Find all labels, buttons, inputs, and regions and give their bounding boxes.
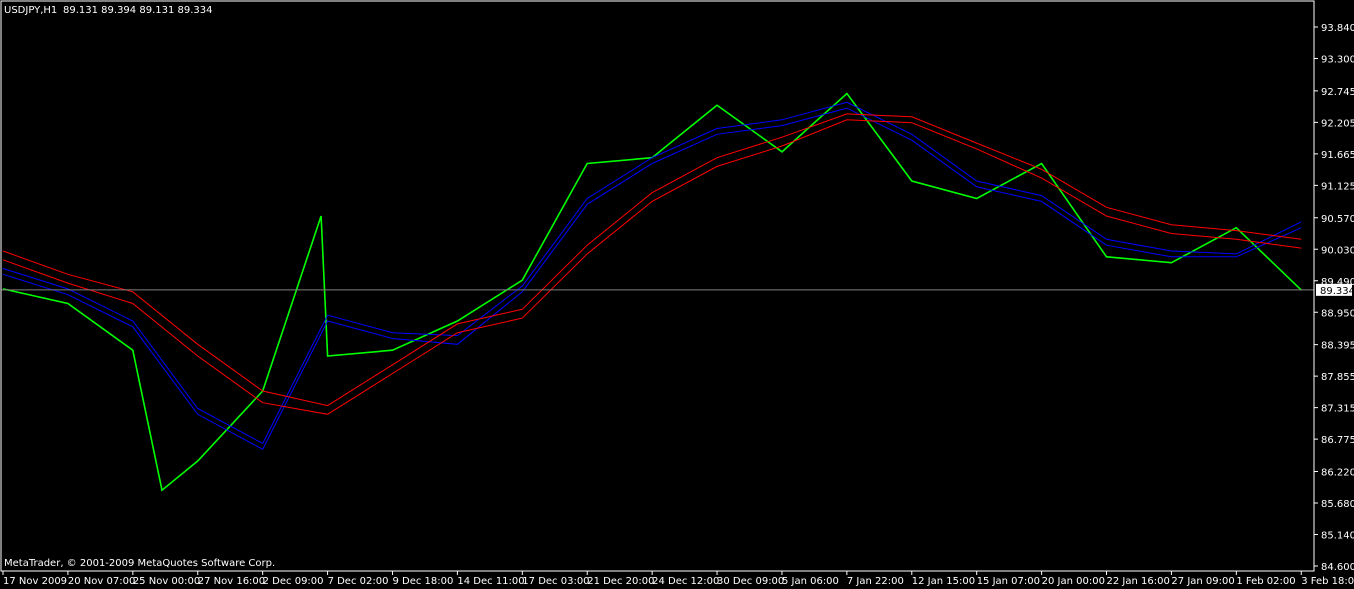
- y-tick-label: 85.680: [1321, 499, 1354, 510]
- x-tick-label: 2 Dec 09:00: [263, 576, 324, 587]
- y-tick-label: 85.140: [1321, 531, 1354, 542]
- y-tick-label: 88.950: [1321, 308, 1354, 319]
- y-tick-label: 92.205: [1321, 118, 1354, 129]
- x-tick-label: 25 Nov 00:00: [133, 576, 200, 587]
- y-tick-label: 90.570: [1321, 214, 1354, 225]
- x-tick-label: 21 Dec 20:00: [587, 576, 654, 587]
- x-tick-label: 12 Jan 15:00: [912, 576, 975, 587]
- y-tick-label: 86.220: [1321, 468, 1354, 479]
- x-tick-label: 17 Dec 03:00: [522, 576, 589, 587]
- x-tick-label: 7 Jan 22:00: [847, 576, 904, 587]
- x-tick-label: 20 Jan 00:00: [1042, 576, 1105, 587]
- y-tick-label: 93.840: [1321, 23, 1354, 34]
- y-tick-label: 89.490: [1321, 277, 1354, 288]
- y-tick-label: 91.665: [1321, 150, 1354, 161]
- x-tick-label: 27 Nov 16:00: [198, 576, 265, 587]
- x-tick-label: 20 Nov 07:00: [68, 576, 135, 587]
- x-tick-label: 3 Feb 18:00: [1301, 576, 1354, 587]
- copyright-label: MetaTrader, © 2001-2009 MetaQuotes Softw…: [4, 558, 275, 569]
- x-tick-label: 17 Nov 2009: [3, 576, 67, 587]
- x-tick-label: 15 Jan 07:00: [977, 576, 1040, 587]
- y-tick-label: 86.775: [1321, 435, 1354, 446]
- x-tick-label: 24 Dec 12:00: [652, 576, 719, 587]
- x-tick-label: 22 Jan 16:00: [1107, 576, 1170, 587]
- x-tick-label: 30 Dec 09:00: [717, 576, 784, 587]
- chart-background: [0, 0, 1354, 589]
- y-tick-label: 91.125: [1321, 181, 1354, 192]
- y-tick-label: 90.030: [1321, 245, 1354, 256]
- y-tick-label: 87.855: [1321, 372, 1354, 383]
- x-tick-label: 5 Jan 06:00: [782, 576, 839, 587]
- symbol-label: USDJPY,H1: [4, 5, 57, 16]
- x-tick-label: 14 Dec 11:00: [457, 576, 524, 587]
- y-tick-label: 87.315: [1321, 404, 1354, 415]
- x-tick-label: 1 Feb 02:00: [1236, 576, 1295, 587]
- x-tick-label: 7 Dec 02:00: [328, 576, 389, 587]
- price-chart[interactable]: 89.334 93.84093.30092.74592.20591.66591.…: [0, 0, 1354, 589]
- y-tick-label: 88.395: [1321, 341, 1354, 352]
- y-tick-label: 84.600: [1321, 562, 1354, 573]
- ohlc-label: 89.131 89.394 89.131 89.334: [63, 5, 213, 16]
- x-tick-label: 27 Jan 09:00: [1171, 576, 1234, 587]
- x-tick-label: 9 Dec 18:00: [392, 576, 453, 587]
- y-tick-label: 93.300: [1321, 55, 1354, 66]
- y-tick-label: 92.745: [1321, 87, 1354, 98]
